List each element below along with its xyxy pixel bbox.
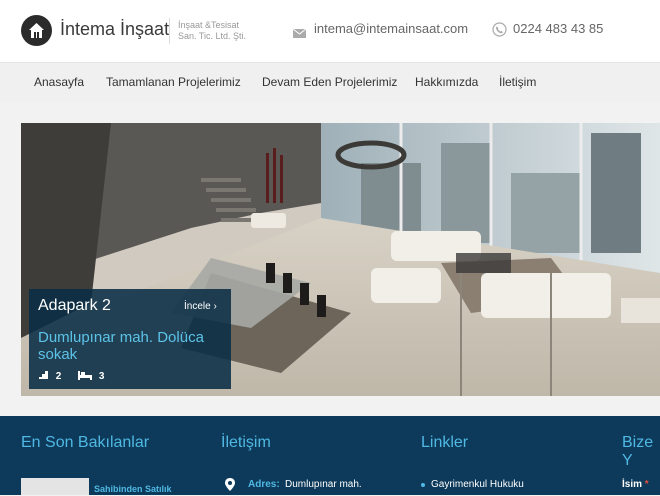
floors-count: 2 xyxy=(55,370,62,382)
project-address: Dumlupınar mah. Dolüca sokak xyxy=(38,329,204,363)
nav-item-hakkimizda[interactable]: Hakkımızda xyxy=(415,75,478,89)
recent-heading: En Son Bakılanlar xyxy=(21,434,150,451)
address-value: Dumlupınar mah. xyxy=(285,479,362,490)
bed-icon xyxy=(78,370,93,383)
nav-item-iletisim[interactable]: İletişim xyxy=(499,75,536,89)
divider xyxy=(169,18,170,44)
email-link[interactable]: intema@intemainsaat.com xyxy=(314,21,468,36)
map-pin-icon xyxy=(225,478,235,496)
company-subtitle: İnşaat &Tesisat San. Tic. Ltd. Şti. xyxy=(178,20,247,41)
nav-item-anasayfa[interactable]: Anasayfa xyxy=(34,75,84,89)
address-label: Adres: xyxy=(248,479,280,490)
site-footer: En Son Bakılanlar İletişim Linkler Bize … xyxy=(0,416,660,495)
links-heading: Linkler xyxy=(421,434,469,451)
main-nav: Anasayfa Tamamlanan Projelerimiz Devam E… xyxy=(0,62,660,102)
stairs-icon xyxy=(38,369,49,383)
site-header: İntema İnşaat İnşaat &Tesisat San. Tic. … xyxy=(0,0,660,62)
bullet xyxy=(421,483,425,487)
link-gayrimenkul-hukuku[interactable]: Gayrimenkul Hukuku xyxy=(431,479,524,490)
phone-icon xyxy=(492,22,507,42)
nav-item-devam-eden[interactable]: Devam Eden Projelerimiz xyxy=(262,75,397,89)
recent-item-thumbnail[interactable] xyxy=(21,478,89,495)
more-link[interactable]: İncele › xyxy=(184,301,217,312)
form-heading: Bize Y xyxy=(622,434,654,469)
nav-item-tamamlanan[interactable]: Tamamlanan Projelerimiz xyxy=(106,75,241,89)
required-marker: * xyxy=(644,479,649,490)
project-caption[interactable]: Adapark 2 İncele › Dumlupınar mah. Dolüc… xyxy=(29,289,231,389)
home-icon[interactable] xyxy=(21,15,52,46)
project-title[interactable]: Adapark 2 xyxy=(38,297,111,315)
project-stats: 2 3 xyxy=(38,369,104,383)
contact-heading: İletişim xyxy=(221,434,271,451)
name-field-label: İsim * xyxy=(622,479,649,490)
brand-name[interactable]: İntema İnşaat xyxy=(60,19,169,40)
envelope-icon xyxy=(292,25,307,43)
chevron-right-icon: › xyxy=(213,301,217,312)
recent-item-link[interactable]: Sahibinden Satılık xyxy=(94,484,172,494)
beds-count: 3 xyxy=(98,370,105,382)
phone-number[interactable]: 0224 483 43 85 xyxy=(513,21,603,36)
